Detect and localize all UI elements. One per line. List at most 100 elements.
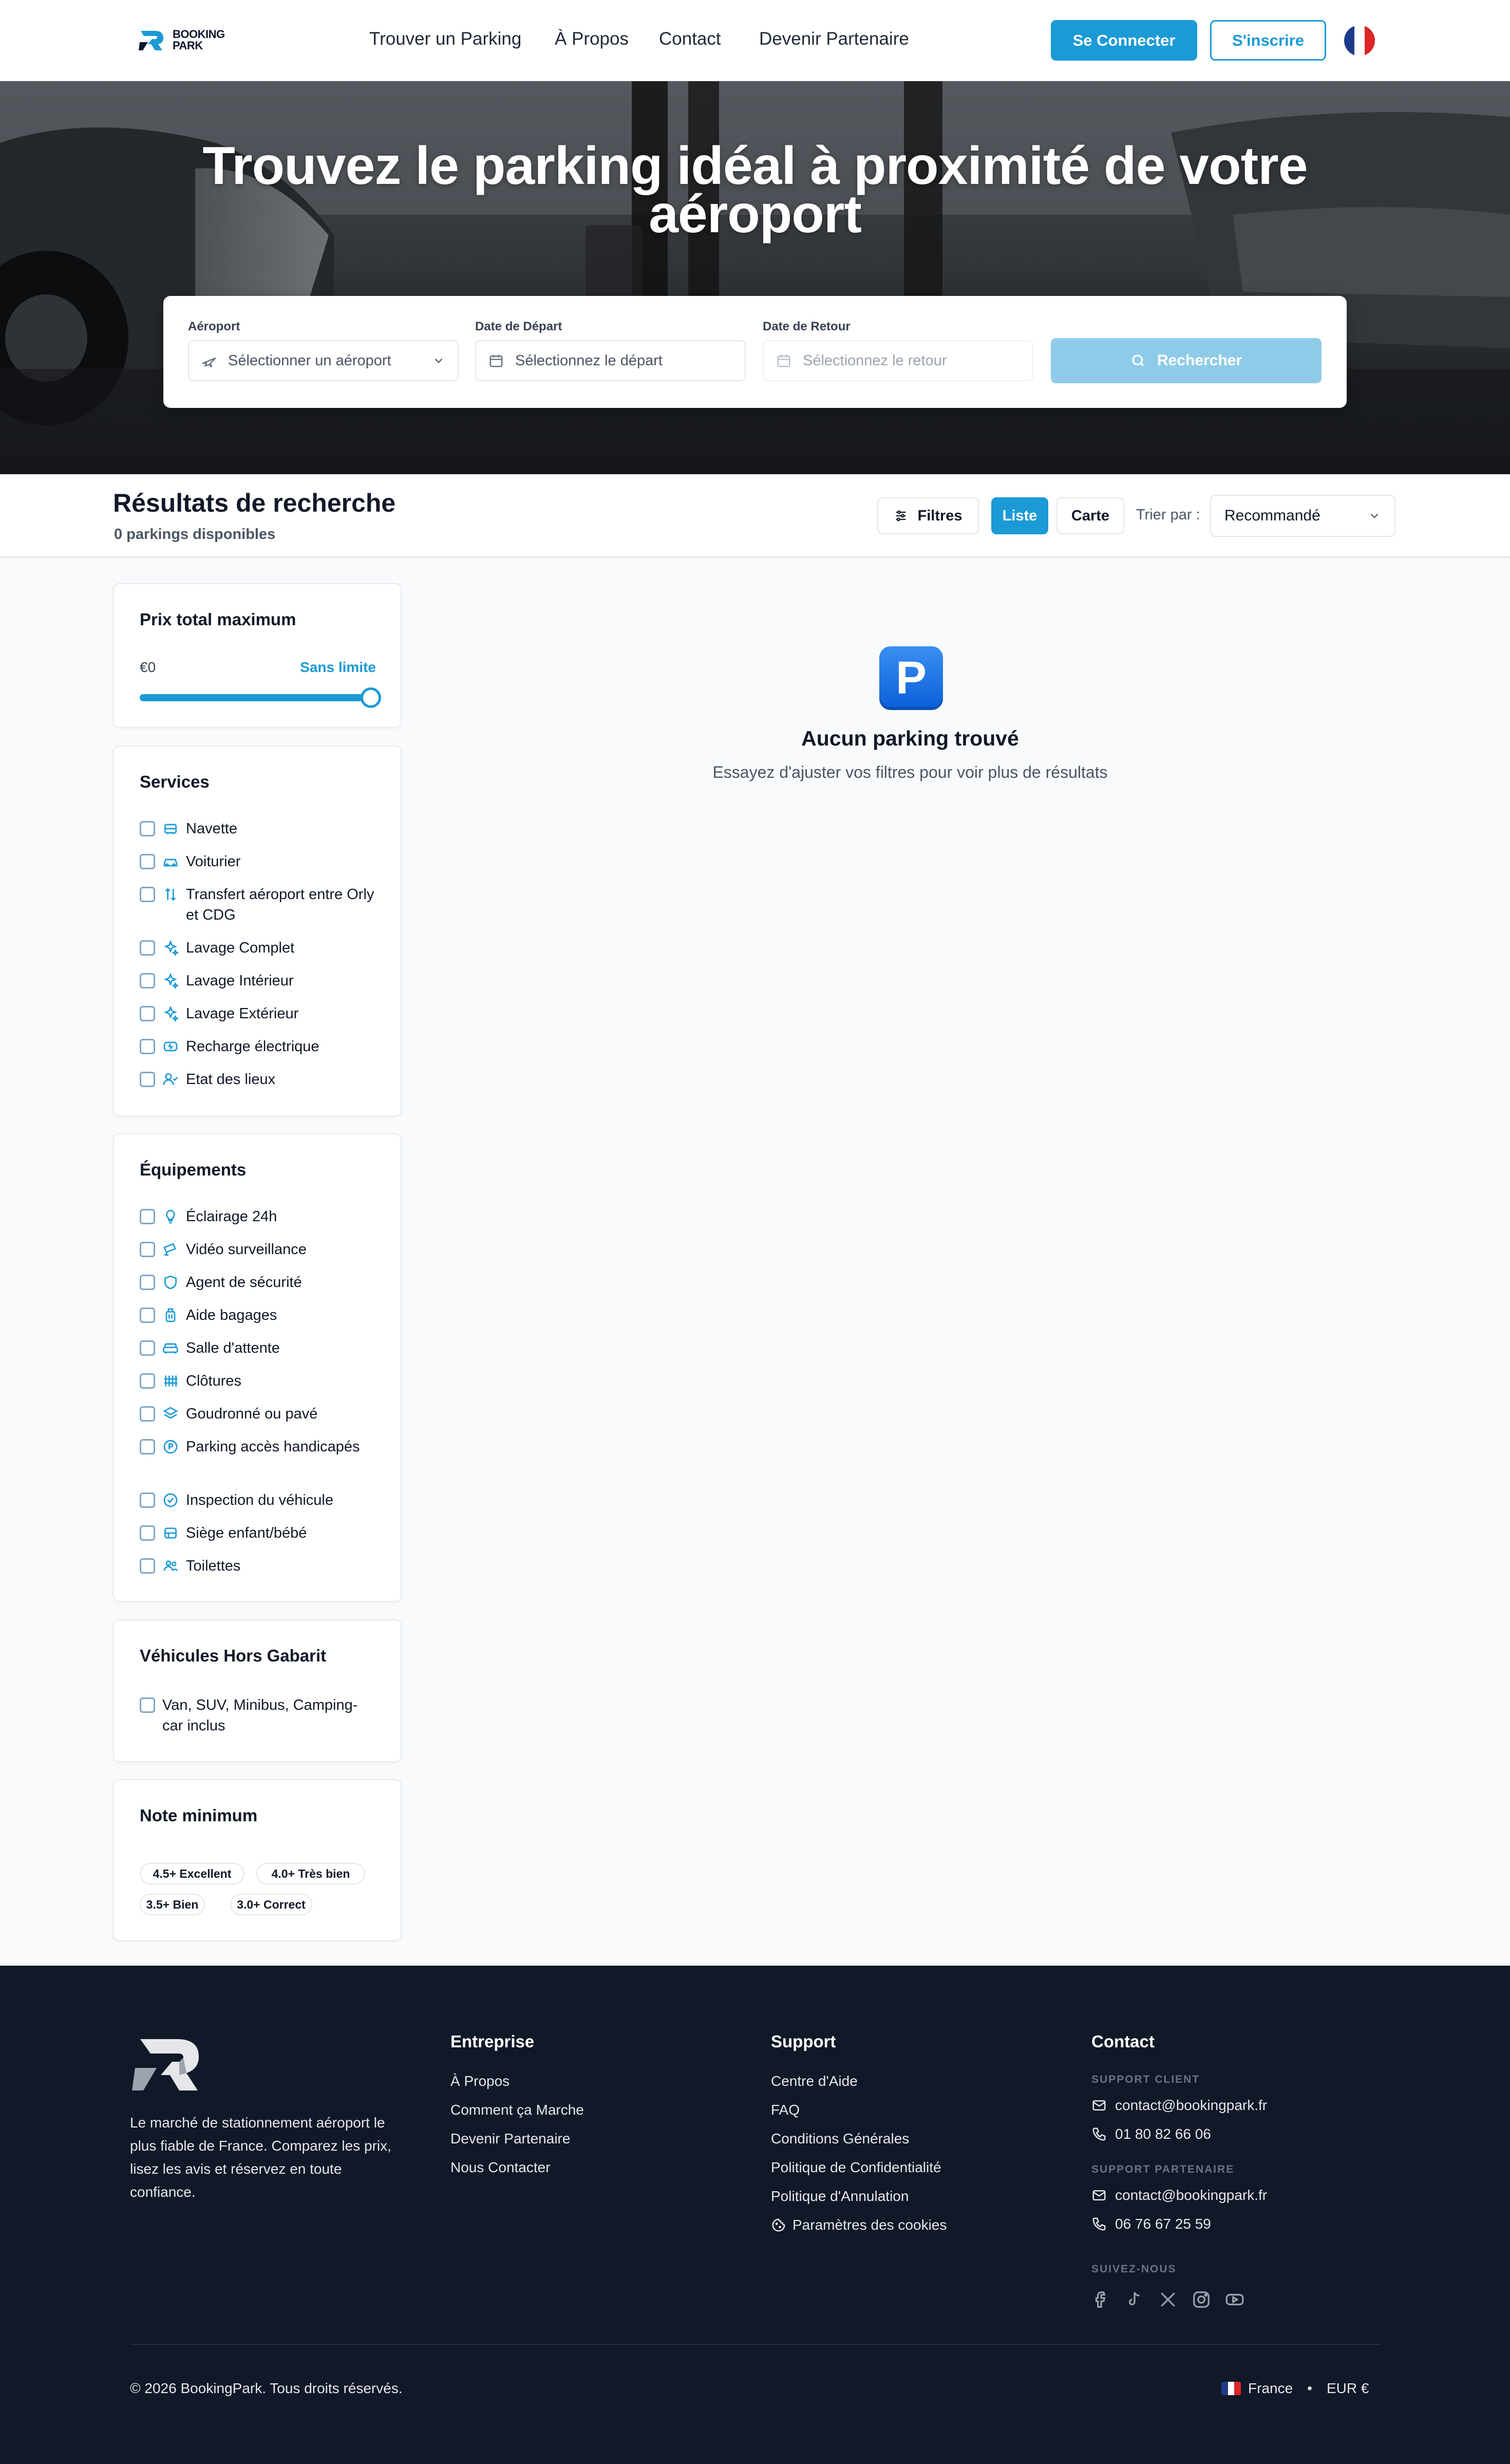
checkbox[interactable]: [140, 1492, 155, 1508]
filter-option[interactable]: Voiturier: [140, 851, 376, 872]
filter-option[interactable]: Goudronné ou pavé: [140, 1404, 376, 1424]
footer-link-terms[interactable]: Conditions Générales: [771, 2131, 909, 2147]
return-date-input[interactable]: Sélectionnez le retour: [763, 340, 1033, 381]
checkbox[interactable]: [140, 1439, 155, 1454]
filter-option[interactable]: Inspection du véhicule: [140, 1490, 376, 1510]
checkbox[interactable]: [140, 1072, 155, 1087]
filter-option-label: Éclairage 24h: [186, 1208, 277, 1225]
checkbox[interactable]: [140, 940, 155, 956]
brand-logo[interactable]: BOOKING PARK: [138, 27, 225, 53]
calendar-icon: [777, 354, 790, 367]
filter-option[interactable]: Éclairage 24h: [140, 1206, 376, 1227]
footer-link-become-partner[interactable]: Devenir Partenaire: [450, 2131, 570, 2147]
footer-link-how-it-works[interactable]: Comment ça Marche: [450, 2102, 584, 2118]
sort-select[interactable]: Recommandé: [1210, 495, 1395, 537]
footer-link-help-center[interactable]: Centre d'Aide: [771, 2073, 858, 2089]
checkbox[interactable]: [140, 1697, 155, 1713]
checkbox[interactable]: [140, 973, 155, 988]
filter-option[interactable]: Transfert aéroport entre Orly et CDG: [140, 884, 376, 925]
filter-option[interactable]: Van, SUV, Minibus, Camping-car inclus: [140, 1695, 376, 1736]
checkbox[interactable]: [140, 854, 155, 869]
checkbox[interactable]: [140, 1308, 155, 1323]
footer-link-cookie-settings[interactable]: Paramètres des cookies: [771, 2217, 947, 2233]
filter-option[interactable]: Salle d'attente: [140, 1338, 376, 1358]
filter-option[interactable]: Parking accès handicapés: [140, 1436, 376, 1457]
partner-email[interactable]: contact@bookingpark.fr: [1091, 2187, 1267, 2204]
results-title: Résultats de recherche: [113, 489, 396, 517]
filter-option[interactable]: Lavage Intérieur: [140, 970, 376, 991]
arrows-updown-icon: [165, 888, 176, 901]
partner-phone[interactable]: 06 76 67 25 59: [1091, 2216, 1211, 2232]
checkbox[interactable]: [140, 887, 155, 902]
search-button-label: Rechercher: [1157, 352, 1242, 369]
locale-selector[interactable]: France • EUR €: [1221, 2380, 1369, 2397]
filter-option[interactable]: Clôtures: [140, 1371, 376, 1391]
price-filter-card: Prix total maximum €0 Sans limite: [113, 583, 402, 728]
instagram-icon[interactable]: [1192, 2290, 1211, 2309]
rating-title: Note minimum: [140, 1806, 258, 1825]
rating-option-3-5[interactable]: 3.5+ Bien: [140, 1894, 205, 1915]
cookie-settings-label: Paramètres des cookies: [792, 2217, 947, 2233]
rating-option-4-0[interactable]: 4.0+ Très bien: [256, 1863, 365, 1884]
checkbox[interactable]: [140, 1209, 155, 1224]
footer-link-privacy[interactable]: Politique de Confidentialité: [771, 2159, 941, 2176]
rating-option-3-0[interactable]: 3.0+ Correct: [230, 1894, 312, 1915]
price-slider-handle[interactable]: [361, 687, 381, 708]
checkbox[interactable]: [140, 1039, 155, 1054]
flag-france-icon[interactable]: [1344, 25, 1375, 56]
filter-option-label: Lavage Extérieur: [186, 1005, 299, 1022]
checkbox[interactable]: [140, 1406, 155, 1422]
footer-logo-icon[interactable]: [130, 2032, 205, 2097]
filter-option[interactable]: Lavage Extérieur: [140, 1003, 376, 1024]
rating-option-4-5[interactable]: 4.5+ Excellent: [140, 1863, 244, 1884]
filter-option[interactable]: Toilettes: [140, 1556, 376, 1576]
filters-button[interactable]: Filtres: [877, 497, 979, 534]
nav-about[interactable]: À Propos: [555, 29, 629, 49]
nav-become-partner[interactable]: Devenir Partenaire: [759, 29, 909, 49]
login-button[interactable]: Se Connecter: [1051, 20, 1197, 61]
price-slider-track[interactable]: [140, 687, 381, 708]
checkbox[interactable]: [140, 1340, 155, 1356]
checkbox[interactable]: [140, 1242, 155, 1257]
airport-label: Aéroport: [188, 320, 240, 333]
footer-link-contact-us[interactable]: Nous Contacter: [450, 2159, 551, 2176]
footer-link-about[interactable]: À Propos: [450, 2073, 509, 2089]
tiktok-icon[interactable]: [1125, 2290, 1144, 2309]
client-support-label: SUPPORT CLIENT: [1091, 2074, 1200, 2085]
client-email[interactable]: contact@bookingpark.fr: [1091, 2097, 1267, 2114]
signup-button[interactable]: S'inscrire: [1210, 20, 1326, 61]
price-max: Sans limite: [300, 659, 376, 675]
nav-contact[interactable]: Contact: [659, 29, 721, 49]
filter-option[interactable]: Navette: [140, 818, 376, 839]
filter-option[interactable]: Vidéo surveillance: [140, 1239, 376, 1260]
search-button[interactable]: Rechercher: [1051, 338, 1322, 383]
checkbox[interactable]: [140, 821, 155, 836]
filter-option[interactable]: Lavage Complet: [140, 938, 376, 958]
filter-option[interactable]: Siège enfant/bébé: [140, 1523, 376, 1543]
list-view-button[interactable]: Liste: [991, 497, 1048, 534]
map-view-button[interactable]: Carte: [1056, 497, 1124, 534]
cctv-icon: [163, 1243, 177, 1256]
footer-contact-title: Contact: [1091, 2032, 1155, 2051]
filter-option[interactable]: Recharge électrique: [140, 1036, 376, 1057]
empty-state-subtitle: Essayez d'ajuster vos filtres pour voir …: [712, 763, 1108, 781]
departure-date-input[interactable]: Sélectionnez le départ: [475, 340, 746, 381]
filter-option[interactable]: Agent de sécurité: [140, 1272, 376, 1293]
youtube-icon[interactable]: [1225, 2290, 1244, 2309]
filter-option-label: Aide bagages: [186, 1307, 277, 1323]
x-icon[interactable]: [1158, 2290, 1178, 2309]
footer-link-cancellation[interactable]: Politique d'Annulation: [771, 2188, 909, 2205]
checkbox[interactable]: [140, 1373, 155, 1389]
filter-option-label: Lavage Complet: [186, 940, 295, 956]
checkbox[interactable]: [140, 1558, 155, 1574]
airport-select[interactable]: Sélectionner un aéroport: [188, 340, 459, 381]
filter-option[interactable]: Aide bagages: [140, 1305, 376, 1326]
filter-option[interactable]: Etat des lieux: [140, 1069, 376, 1090]
client-phone[interactable]: 01 80 82 66 06: [1091, 2126, 1211, 2142]
checkbox[interactable]: [140, 1275, 155, 1290]
facebook-icon[interactable]: [1091, 2290, 1111, 2309]
checkbox[interactable]: [140, 1006, 155, 1021]
footer-link-faq[interactable]: FAQ: [771, 2102, 800, 2118]
checkbox[interactable]: [140, 1525, 155, 1541]
nav-find-parking[interactable]: Trouver un Parking: [369, 29, 521, 49]
